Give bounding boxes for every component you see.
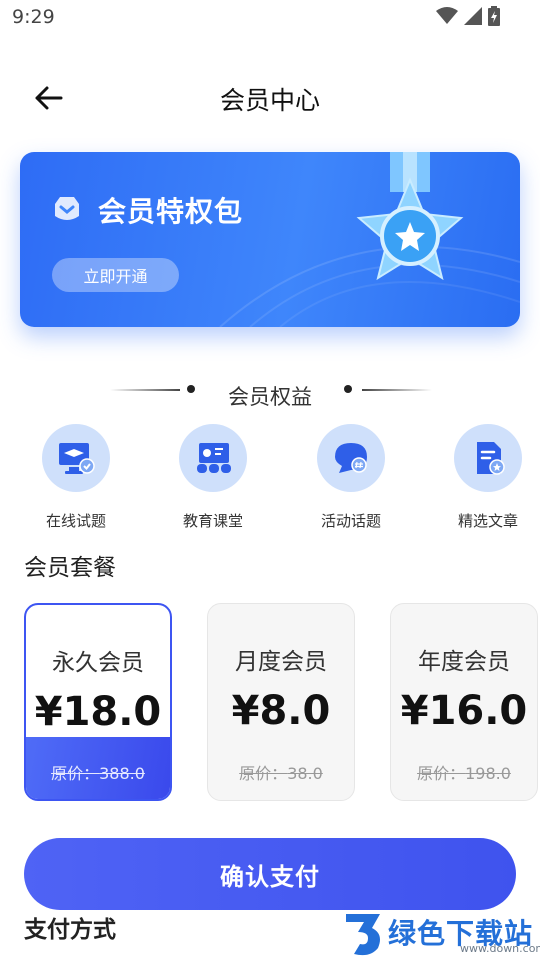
benefit-icon-circle bbox=[454, 424, 522, 492]
plan-price: ¥16.0 bbox=[400, 688, 528, 734]
orig-value: 38.0 bbox=[287, 764, 323, 783]
plan-card-monthly[interactable]: 月度会员 ¥8.0 原价：38.0 bbox=[207, 603, 355, 801]
orig-value: 198.0 bbox=[465, 764, 511, 783]
payment-method-title: 支付方式 bbox=[24, 917, 116, 943]
benefit-label: 在线试题 bbox=[45, 512, 106, 530]
benefit-icon-circle bbox=[179, 424, 247, 492]
benefit-icon-circle bbox=[42, 424, 110, 492]
status-time: 9:29 bbox=[12, 6, 55, 28]
orig-label: 原价： bbox=[417, 764, 466, 783]
plan-name: 月度会员 bbox=[235, 649, 327, 675]
benefit-classroom[interactable]: 教育课堂 bbox=[158, 424, 268, 531]
orig-label: 原价： bbox=[239, 764, 288, 783]
benefit-label: 精选文章 bbox=[457, 512, 518, 530]
divider-right bbox=[362, 389, 432, 391]
benefit-featured-articles[interactable]: 精选文章 bbox=[433, 424, 540, 531]
plan-original-price: 原价：388.0 bbox=[26, 760, 170, 784]
plan-price: ¥8.0 bbox=[231, 688, 331, 734]
benefit-icon-circle bbox=[317, 424, 385, 492]
confirm-pay-button[interactable]: 确认支付 bbox=[24, 838, 516, 910]
plan-original-price: 原价：198.0 bbox=[391, 760, 537, 784]
activate-now-button[interactable]: 立即开通 bbox=[52, 258, 179, 292]
signal-icon bbox=[464, 7, 482, 25]
benefit-label: 活动话题 bbox=[320, 512, 381, 530]
plan-card-yearly[interactable]: 年度会员 ¥16.0 原价：198.0 bbox=[390, 603, 538, 801]
page-title: 会员中心 bbox=[219, 86, 320, 115]
benefits-section-title: 会员权益 bbox=[228, 385, 312, 409]
document-star-icon bbox=[477, 442, 505, 475]
monitor-graduation-icon bbox=[59, 443, 95, 474]
wifi-icon bbox=[436, 7, 458, 24]
chat-bubble-hashtag-icon bbox=[335, 443, 367, 473]
plan-price: ¥18.0 bbox=[34, 689, 162, 735]
plans-section-title: 会员套餐 bbox=[24, 555, 116, 581]
watermark-logo-icon bbox=[346, 914, 380, 956]
classroom-icon bbox=[197, 443, 231, 473]
banner-title: 会员特权包 bbox=[98, 195, 244, 228]
benefit-label: 教育课堂 bbox=[182, 512, 243, 530]
benefit-online-exam[interactable]: 在线试题 bbox=[21, 424, 131, 531]
benefit-activity-topics[interactable]: 活动话题 bbox=[296, 424, 406, 531]
battery-icon bbox=[488, 6, 500, 26]
orig-label: 原价： bbox=[51, 764, 100, 783]
plan-card-lifetime[interactable]: 永久会员 ¥18.0 原价：388.0 bbox=[24, 603, 172, 801]
vip-shield-icon bbox=[55, 197, 79, 220]
divider-dot-right bbox=[344, 385, 352, 393]
plan-name: 永久会员 bbox=[52, 650, 144, 676]
banner-decoration bbox=[219, 152, 520, 327]
orig-value: 388.0 bbox=[99, 764, 145, 783]
plan-name: 年度会员 bbox=[418, 649, 510, 675]
status-icons bbox=[436, 6, 500, 26]
plan-original-price: 原价：38.0 bbox=[208, 760, 354, 784]
vip-banner: 会员特权包 立即开通 bbox=[20, 152, 520, 327]
watermark-url: www.down.com bbox=[460, 942, 540, 955]
